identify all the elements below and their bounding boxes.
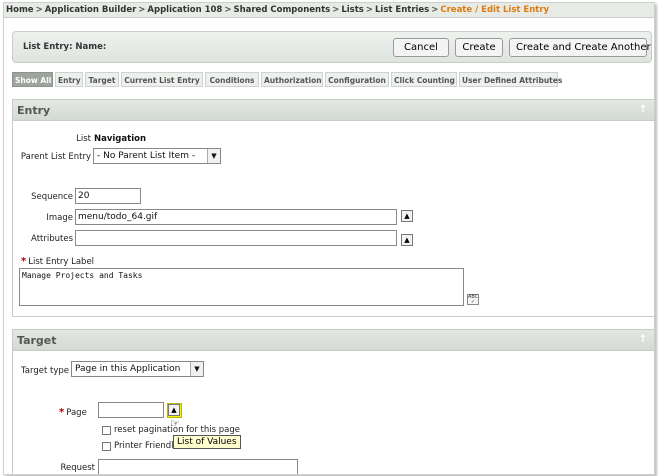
spell-check-icon[interactable]: ABC ✓ xyxy=(467,294,479,305)
tab-user-defined-attributes[interactable]: User Defined Attributes xyxy=(459,72,562,87)
list-of-values-tooltip: List of Values xyxy=(173,435,241,449)
page-label: * Page xyxy=(59,407,87,418)
breadcrumb-separator: > xyxy=(35,5,43,15)
page-header-region: List Entry: Name: Cancel Create Create a… xyxy=(12,31,652,63)
page-title: List Entry: Name: xyxy=(23,42,107,52)
parent-list-entry-value: - No Parent List Item - xyxy=(97,151,196,161)
tab-configuration[interactable]: Configuration xyxy=(325,72,389,87)
target-type-select[interactable]: Page in this Application ▼ xyxy=(71,361,204,377)
reset-pagination-label: reset pagination for this page xyxy=(114,425,241,435)
required-icon: * xyxy=(59,407,65,418)
required-icon: * xyxy=(21,256,27,267)
entry-region-title: Entry xyxy=(17,104,51,117)
help-icon[interactable]: ↑ xyxy=(637,334,649,346)
sequence-label: Sequence xyxy=(31,192,73,202)
breadcrumb-separator: > xyxy=(365,5,373,15)
attributes-field[interactable] xyxy=(75,230,397,246)
breadcrumb-separator: > xyxy=(332,5,340,15)
target-type-value: Page in this Application xyxy=(75,364,181,374)
page-field[interactable] xyxy=(98,402,164,418)
app-window: Home > Application Builder > Application 108… xyxy=(3,2,655,475)
breadcrumb-lists[interactable]: Lists xyxy=(341,5,364,15)
printer-friendly-label: Printer Friendl xyxy=(114,441,174,451)
create-and-create-another-button[interactable]: Create and Create Another xyxy=(509,38,651,57)
cancel-button[interactable]: Cancel xyxy=(393,38,449,57)
sequence-field[interactable]: 20 xyxy=(75,188,141,204)
tab-click-counting[interactable]: Click Counting xyxy=(391,72,457,87)
target-region: Target ↑ Target type Page in this Applic… xyxy=(12,329,654,474)
request-label: Request xyxy=(60,463,95,473)
breadcrumb-separator: > xyxy=(138,5,146,15)
help-icon[interactable]: ↑ xyxy=(637,104,649,116)
attributes-label: Attributes xyxy=(31,234,73,244)
parent-list-entry-select[interactable]: - No Parent List Item - ▼ xyxy=(93,148,221,164)
image-popup-icon[interactable]: ▲ xyxy=(401,210,413,222)
request-field[interactable] xyxy=(98,459,298,474)
tab-entry[interactable]: Entry xyxy=(55,72,83,87)
tab-target[interactable]: Target xyxy=(85,72,119,87)
tab-current-list-entry[interactable]: Current List Entry xyxy=(121,72,203,87)
printer-friendly-checkbox[interactable] xyxy=(102,442,111,451)
list-of-values-icon[interactable]: ▲ xyxy=(168,404,180,416)
chevron-down-icon: ▼ xyxy=(207,149,220,163)
breadcrumb-application-builder[interactable]: Application Builder xyxy=(45,5,137,15)
attributes-popup-icon[interactable]: ▲ xyxy=(401,234,413,246)
target-region-title: Target xyxy=(17,334,57,347)
create-button[interactable]: Create xyxy=(455,38,503,57)
target-type-label: Target type xyxy=(21,366,69,376)
target-region-header: Target ↑ xyxy=(13,330,654,351)
breadcrumb-separator: > xyxy=(224,5,232,15)
page-label-text: Page xyxy=(66,408,87,418)
breadcrumb-application[interactable]: Application 108 xyxy=(147,5,222,15)
breadcrumb-list-entries[interactable]: List Entries xyxy=(375,5,429,15)
tab-show-all[interactable]: Show All xyxy=(12,72,53,87)
entry-region: Entry ↑ List Navigation Parent List Entr… xyxy=(12,99,654,317)
breadcrumb-shared-components[interactable]: Shared Components xyxy=(233,5,330,15)
list-label: List xyxy=(76,134,91,144)
breadcrumb-current: Create / Edit List Entry xyxy=(440,5,550,15)
image-label: Image xyxy=(46,213,73,223)
entry-region-header: Entry ↑ xyxy=(13,100,654,121)
breadcrumb: Home > Application Builder > Application 108… xyxy=(4,3,654,18)
reset-pagination-checkbox[interactable] xyxy=(102,426,111,435)
tab-authorization[interactable]: Authorization xyxy=(261,72,323,87)
parent-list-entry-label: Parent List Entry xyxy=(20,152,91,162)
list-entry-label-text: List Entry Label xyxy=(28,257,95,267)
tab-conditions[interactable]: Conditions xyxy=(205,72,259,87)
list-entry-label-textarea[interactable]: Manage Projects and Tasks xyxy=(19,268,464,306)
image-field[interactable]: menu/todo_64.gif xyxy=(75,209,397,225)
chevron-down-icon: ▼ xyxy=(190,362,203,376)
list-value: Navigation xyxy=(94,134,146,144)
breadcrumb-separator: > xyxy=(431,5,439,15)
list-entry-label-label: * List Entry Label xyxy=(21,256,94,267)
breadcrumb-home[interactable]: Home xyxy=(6,5,34,15)
